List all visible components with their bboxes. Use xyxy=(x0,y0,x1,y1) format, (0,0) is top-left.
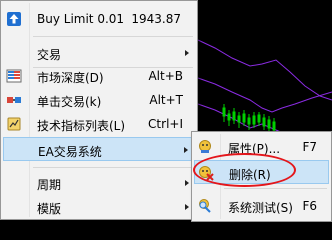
menu-separator xyxy=(224,188,327,189)
menu-item-label: 模版 xyxy=(37,202,62,216)
submenu-arrow-icon xyxy=(184,147,188,153)
menu-item-periods[interactable]: 周期 xyxy=(3,171,195,195)
menu-separator xyxy=(33,167,193,168)
buy-limit-price: 1943.87 xyxy=(131,12,181,26)
menu-item-label: 系统测试(S) xyxy=(228,201,293,215)
menu-item-shortcut: Alt+T xyxy=(149,93,183,107)
menu-item-trading[interactable]: 交易 xyxy=(3,41,195,65)
menu-item-shortcut: F7 xyxy=(302,140,317,154)
menu-item-templates[interactable]: 模版 xyxy=(3,195,195,219)
strategy-tester-icon xyxy=(197,198,213,214)
menu-item-shortcut: Ctrl+I xyxy=(148,117,183,131)
menu-item-expert-advisors[interactable]: EA交易系统 xyxy=(3,137,195,161)
menu-item-shortcut: F6 xyxy=(302,199,317,213)
market-depth-icon xyxy=(6,68,22,84)
chart-context-menu: Buy Limit 0.01 1943.87 交易 市场深度(D) Alt+B xyxy=(0,0,198,220)
menu-item-one-click-trading[interactable]: 单击交易(k) Alt+T xyxy=(3,88,195,112)
menu-item-label: 周期 xyxy=(37,178,62,192)
menu-item-label: EA交易系统 xyxy=(38,145,102,159)
menu-item-label: 市场深度(D) xyxy=(37,71,104,85)
submenu-item-strategy-tester[interactable]: 系统测试(S) F6 xyxy=(194,194,329,218)
menu-item-shortcut: Alt+B xyxy=(148,69,183,83)
indicator-list-icon xyxy=(6,116,22,132)
menu-item-label: 技术指标列表(L) xyxy=(37,119,126,133)
submenu-arrow-icon xyxy=(185,50,189,56)
buy-limit-label: Buy Limit 0.01 xyxy=(37,12,125,26)
one-click-trading-icon xyxy=(6,92,22,108)
menu-item-label: 交易 xyxy=(37,48,62,62)
submenu-arrow-icon xyxy=(185,180,189,186)
menu-item-buy-limit[interactable]: Buy Limit 0.01 1943.87 xyxy=(3,7,195,31)
menu-item-label: 单击交易(k) xyxy=(37,95,102,109)
annotation-oval xyxy=(193,153,296,187)
ea-properties-icon xyxy=(197,139,213,155)
menu-item-market-depth[interactable]: 市场深度(D) Alt+B xyxy=(3,64,195,88)
submenu-arrow-icon xyxy=(185,204,189,210)
upload-arrow-icon xyxy=(6,11,22,27)
menu-item-indicator-list[interactable]: 技术指标列表(L) Ctrl+I xyxy=(3,112,195,136)
menu-separator xyxy=(33,36,193,37)
